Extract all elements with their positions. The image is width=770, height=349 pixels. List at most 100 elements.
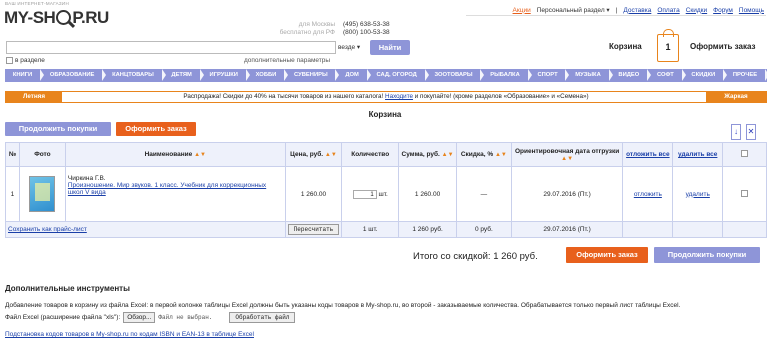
row-name: Чиркина Г.В. Произношение. Мир звуков. 1…: [64, 166, 286, 222]
delete-link[interactable]: удалить: [686, 191, 710, 198]
row-num: 1: [5, 166, 20, 222]
select-all-checkbox[interactable]: [741, 150, 749, 157]
delete-excel-icon[interactable]: ✕: [746, 124, 756, 140]
browse-button[interactable]: Обзор...: [123, 312, 156, 323]
col-select[interactable]: [722, 142, 767, 167]
summary-discount: 0 руб.: [455, 221, 512, 238]
in-section-checkbox[interactable]: [6, 57, 13, 64]
row-author: Чиркина Г.В.: [67, 175, 106, 182]
sort-icon: ▲▼: [324, 152, 337, 158]
isbn-substitution-link[interactable]: Подстановка кодов товаров в My-shop.ru п…: [5, 331, 254, 338]
nav-item-toys[interactable]: ИГРУШКИ: [202, 69, 250, 82]
no-file-text: Файл не выбран.: [158, 314, 213, 321]
col-ship-date[interactable]: Ориентировочная дата отгрузки ▲▼: [510, 142, 624, 167]
row-title-link[interactable]: Произношение. Мир звуков. 1 класс. Учебн…: [68, 182, 266, 196]
process-file-button[interactable]: Обработать файл: [229, 312, 296, 323]
summary-recalc: Пересчитать: [284, 221, 343, 238]
row-photo[interactable]: [18, 166, 66, 222]
nav-item-other[interactable]: ПРОЧЕЕ: [725, 69, 769, 82]
summary-sum: 1 260 руб.: [398, 221, 457, 238]
sort-icon: ▲▼: [194, 152, 206, 158]
postpone-link[interactable]: отложить: [634, 191, 662, 198]
forum-link[interactable]: Форум: [713, 7, 733, 14]
col-delete[interactable]: удалить все: [672, 142, 724, 167]
col-sum[interactable]: Сумма, руб. ▲▼: [398, 142, 457, 167]
logo-left: MY-SH: [4, 8, 56, 27]
nav-item-discounts[interactable]: СКИДКИ: [684, 69, 728, 82]
download-icon[interactable]: ↓: [731, 124, 741, 140]
col-price[interactable]: Цена, руб. ▲▼: [284, 142, 343, 167]
phone-label-rf: бесплатно для РФ: [279, 29, 335, 36]
table-summary-row: Сохранить как прайс-лист Пересчитать 1 ш…: [5, 221, 767, 238]
delivery-link[interactable]: Доставка: [623, 7, 651, 14]
magnifier-icon: [56, 10, 72, 25]
checkout-button[interactable]: Оформить заказ: [116, 122, 196, 136]
continue-shopping-button-bottom[interactable]: Продолжить покупки: [654, 247, 760, 263]
personal-section-link[interactable]: Персональный раздел ▾: [537, 6, 610, 14]
col-name[interactable]: Наименование ▲▼: [64, 142, 286, 167]
excel-upload-row: Файл Excel (расширение файла "xls"): Обз…: [5, 312, 296, 323]
row-sum: 1 260.00: [398, 166, 457, 222]
site-logo[interactable]: MY-SH P.RU: [4, 8, 109, 28]
phone-label-moscow: для Москвы: [298, 21, 335, 28]
phone-numbers: (495) 638-53-38 (800) 100-53-38: [343, 21, 390, 37]
cart-count: 1: [665, 42, 671, 52]
nav-item-soft[interactable]: СОФТ: [649, 69, 687, 82]
sale-link[interactable]: Акции: [513, 7, 531, 14]
book-cover-image[interactable]: [29, 176, 56, 212]
col-photo: Фото: [18, 142, 66, 167]
nav-item-education[interactable]: ОБРАЗОВАНИЕ: [42, 69, 107, 82]
save-pricelist-link[interactable]: Сохранить как прайс-лист: [8, 226, 87, 233]
nav-item-fishing[interactable]: РЫБАЛКА: [482, 69, 532, 82]
nav-item-souvenirs[interactable]: СУВЕНИРЫ: [286, 69, 340, 82]
postpone-all-link[interactable]: отложить все: [626, 151, 670, 158]
checkout-button-bottom[interactable]: Оформить заказ: [566, 247, 648, 263]
search-scope-select[interactable]: везде ▾: [338, 41, 368, 54]
help-link[interactable]: Помощь: [739, 7, 764, 14]
nav-item-music[interactable]: МУЗЫКА: [567, 69, 613, 82]
delete-all-link[interactable]: удалить все: [678, 151, 717, 158]
sort-icon: ▲▼: [561, 155, 574, 162]
total-with-discount: Итого со скидкой: 1 260 руб.: [413, 251, 538, 262]
payment-link[interactable]: Оплата: [657, 7, 679, 14]
nav-item-home[interactable]: ДОМ: [337, 69, 371, 82]
recalculate-button[interactable]: Пересчитать: [287, 224, 340, 235]
search-input[interactable]: [6, 41, 336, 54]
row-qty: 1 шт.: [341, 166, 400, 222]
cart-label[interactable]: Корзина: [609, 42, 642, 51]
nav-item-hobby[interactable]: ХОББИ: [248, 69, 289, 82]
nav-item-stationery[interactable]: КАНЦТОВАРЫ: [104, 69, 166, 82]
promo-link[interactable]: Находите: [385, 93, 413, 100]
promo-text-after: и покупайте! (кроме разделов «Образовани…: [414, 93, 589, 100]
nav-item-sport[interactable]: СПОРТ: [530, 69, 570, 82]
col-postpone[interactable]: отложить все: [622, 142, 674, 167]
search-button[interactable]: Найти: [370, 40, 410, 55]
quantity-input[interactable]: 1: [352, 189, 377, 199]
cart-table: № Фото Наименование ▲▼ Цена, руб. ▲▼ Кол…: [5, 142, 767, 238]
site-tagline: ВАШ ИНТЕРНЕТ-МАГАЗИН: [5, 1, 70, 6]
header-checkout-link[interactable]: Оформить заказ: [690, 42, 756, 51]
table-header-row: № Фото Наименование ▲▼ Цена, руб. ▲▼ Кол…: [5, 142, 767, 167]
nav-item-kids[interactable]: ДЕТЯМ: [164, 69, 204, 82]
in-section-label: в разделе: [15, 57, 45, 64]
row-checkbox[interactable]: [741, 189, 749, 197]
nav-item-video[interactable]: ВИДЕО: [611, 69, 651, 82]
col-discount[interactable]: Скидка, % ▲▼: [455, 142, 512, 167]
promo-text-before: Распродажа! Скидки до 40% на тысячи това…: [183, 93, 384, 100]
continue-shopping-button[interactable]: Продолжить покупки: [5, 122, 111, 136]
phone-moscow: (495) 638-53-38: [343, 21, 390, 28]
nav-item-books[interactable]: КНИГИ: [5, 69, 44, 82]
top-links: Акции Персональный раздел ▾ | Доставка О…: [512, 6, 764, 15]
row-price: 1 260.00: [284, 166, 343, 222]
page-title: Корзина: [368, 110, 402, 119]
discounts-link[interactable]: Скидки: [686, 7, 707, 14]
nav-item-pets[interactable]: ЗООТОВАРЫ: [427, 69, 485, 82]
promo-left-label: Летняя: [6, 92, 62, 102]
phone-rf: (800) 100-53-38: [343, 29, 390, 36]
cart-bag-icon[interactable]: 1: [657, 29, 679, 62]
summary-save: Сохранить как прайс-лист: [5, 221, 286, 238]
extra-tools-description: Добавление товаров в корзину из файла Ex…: [5, 302, 681, 309]
extra-tools-title: Дополнительные инструменты: [5, 284, 130, 293]
advanced-search-link[interactable]: дополнительные параметры: [244, 57, 330, 64]
nav-item-garden[interactable]: САД, ОГОРОД: [369, 69, 429, 82]
